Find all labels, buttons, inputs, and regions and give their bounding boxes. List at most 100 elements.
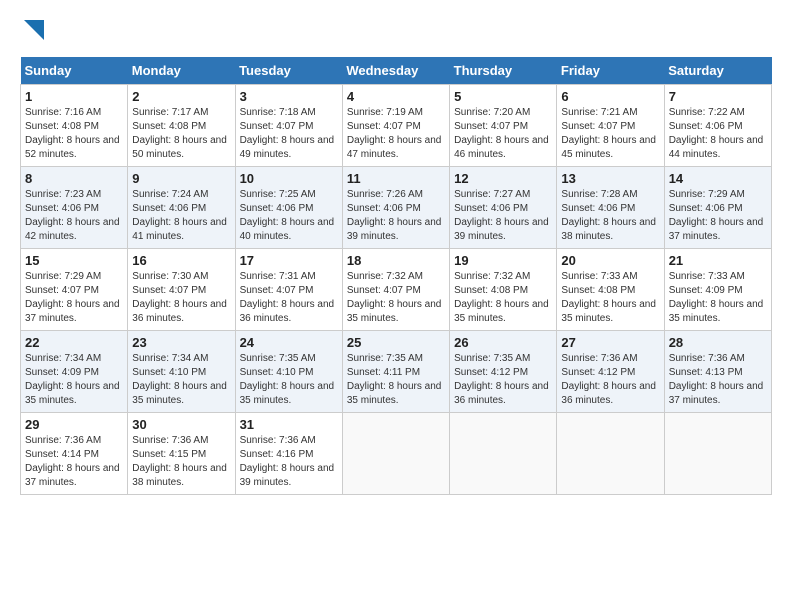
- day-number: 21: [669, 253, 767, 268]
- weekday-header-monday: Monday: [128, 57, 235, 85]
- day-number: 2: [132, 89, 230, 104]
- calendar-table: SundayMondayTuesdayWednesdayThursdayFrid…: [20, 57, 772, 495]
- day-info: Sunrise: 7:35 AMSunset: 4:12 PMDaylight:…: [454, 352, 552, 408]
- calendar-cell: 4 Sunrise: 7:19 AMSunset: 4:07 PMDaylight…: [342, 85, 449, 167]
- calendar-cell: 13 Sunrise: 7:28 AMSunset: 4:06 PMDayligh…: [557, 167, 664, 249]
- day-info: Sunrise: 7:36 AMSunset: 4:12 PMDaylight:…: [561, 352, 659, 408]
- calendar-cell: 11 Sunrise: 7:26 AMSunset: 4:06 PMDayligh…: [342, 167, 449, 249]
- day-number: 31: [240, 417, 338, 432]
- weekday-header-saturday: Saturday: [664, 57, 771, 85]
- day-info: Sunrise: 7:21 AMSunset: 4:07 PMDaylight:…: [561, 106, 659, 162]
- calendar-week-row: 29 Sunrise: 7:36 AMSunset: 4:14 PMDayligh…: [21, 413, 772, 495]
- calendar-cell: [664, 413, 771, 495]
- day-info: Sunrise: 7:24 AMSunset: 4:06 PMDaylight:…: [132, 188, 230, 244]
- calendar-week-row: 8Sunrise: 7:23 AMSunset: 4:06 PMDaylight…: [21, 167, 772, 249]
- day-info: Sunrise: 7:26 AMSunset: 4:06 PMDaylight:…: [347, 188, 445, 244]
- day-number: 16: [132, 253, 230, 268]
- header: [20, 20, 772, 47]
- calendar-cell: 20 Sunrise: 7:33 AMSunset: 4:08 PMDayligh…: [557, 249, 664, 331]
- day-info: Sunrise: 7:23 AMSunset: 4:06 PMDaylight:…: [25, 188, 123, 244]
- day-info: Sunrise: 7:35 AMSunset: 4:10 PMDaylight:…: [240, 352, 338, 408]
- calendar-cell: 31 Sunrise: 7:36 AMSunset: 4:16 PMDayligh…: [235, 413, 342, 495]
- calendar-cell: [557, 413, 664, 495]
- calendar-cell: 15 Sunrise: 7:29 AMSunset: 4:07 PMDayligh…: [21, 249, 128, 331]
- day-number: 6: [561, 89, 659, 104]
- calendar-cell: 10 Sunrise: 7:25 AMSunset: 4:06 PMDayligh…: [235, 167, 342, 249]
- weekday-header-sunday: Sunday: [21, 57, 128, 85]
- day-number: 10: [240, 171, 338, 186]
- day-info: Sunrise: 7:29 AMSunset: 4:07 PMDaylight:…: [25, 270, 123, 326]
- calendar-cell: 26 Sunrise: 7:35 AMSunset: 4:12 PMDayligh…: [450, 331, 557, 413]
- day-info: Sunrise: 7:32 AMSunset: 4:07 PMDaylight:…: [347, 270, 445, 326]
- calendar-cell: 23 Sunrise: 7:34 AMSunset: 4:10 PMDayligh…: [128, 331, 235, 413]
- calendar-cell: 2 Sunrise: 7:17 AMSunset: 4:08 PMDaylight…: [128, 85, 235, 167]
- day-number: 13: [561, 171, 659, 186]
- calendar-cell: 30 Sunrise: 7:36 AMSunset: 4:15 PMDayligh…: [128, 413, 235, 495]
- day-number: 3: [240, 89, 338, 104]
- calendar-cell: 27 Sunrise: 7:36 AMSunset: 4:12 PMDayligh…: [557, 331, 664, 413]
- calendar-cell: 19 Sunrise: 7:32 AMSunset: 4:08 PMDayligh…: [450, 249, 557, 331]
- day-number: 30: [132, 417, 230, 432]
- day-number: 20: [561, 253, 659, 268]
- weekday-header-thursday: Thursday: [450, 57, 557, 85]
- day-info: Sunrise: 7:32 AMSunset: 4:08 PMDaylight:…: [454, 270, 552, 326]
- calendar-cell: 21Sunrise: 7:33 AMSunset: 4:09 PMDayligh…: [664, 249, 771, 331]
- day-info: Sunrise: 7:31 AMSunset: 4:07 PMDaylight:…: [240, 270, 338, 326]
- calendar-cell: 29 Sunrise: 7:36 AMSunset: 4:14 PMDayligh…: [21, 413, 128, 495]
- calendar-cell: 12 Sunrise: 7:27 AMSunset: 4:06 PMDayligh…: [450, 167, 557, 249]
- day-number: 15: [25, 253, 123, 268]
- day-number: 26: [454, 335, 552, 350]
- day-number: 17: [240, 253, 338, 268]
- day-number: 29: [25, 417, 123, 432]
- calendar-cell: 9 Sunrise: 7:24 AMSunset: 4:06 PMDaylight…: [128, 167, 235, 249]
- day-number: 7: [669, 89, 767, 104]
- day-info: Sunrise: 7:28 AMSunset: 4:06 PMDaylight:…: [561, 188, 659, 244]
- calendar-cell: [342, 413, 449, 495]
- day-number: 4: [347, 89, 445, 104]
- calendar-week-row: 1Sunrise: 7:16 AMSunset: 4:08 PMDaylight…: [21, 85, 772, 167]
- calendar-cell: 16 Sunrise: 7:30 AMSunset: 4:07 PMDayligh…: [128, 249, 235, 331]
- day-info: Sunrise: 7:36 AMSunset: 4:15 PMDaylight:…: [132, 434, 230, 490]
- calendar-cell: 7 Sunrise: 7:22 AMSunset: 4:06 PMDaylight…: [664, 85, 771, 167]
- day-number: 14: [669, 171, 767, 186]
- day-number: 12: [454, 171, 552, 186]
- day-info: Sunrise: 7:36 AMSunset: 4:14 PMDaylight:…: [25, 434, 123, 490]
- day-info: Sunrise: 7:36 AMSunset: 4:16 PMDaylight:…: [240, 434, 338, 490]
- calendar-cell: 5 Sunrise: 7:20 AMSunset: 4:07 PMDaylight…: [450, 85, 557, 167]
- weekday-header-wednesday: Wednesday: [342, 57, 449, 85]
- calendar-cell: 18 Sunrise: 7:32 AMSunset: 4:07 PMDayligh…: [342, 249, 449, 331]
- day-number: 28: [669, 335, 767, 350]
- day-info: Sunrise: 7:36 AMSunset: 4:13 PMDaylight:…: [669, 352, 767, 408]
- day-info: Sunrise: 7:18 AMSunset: 4:07 PMDaylight:…: [240, 106, 338, 162]
- calendar-cell: 14 Sunrise: 7:29 AMSunset: 4:06 PMDayligh…: [664, 167, 771, 249]
- day-number: 9: [132, 171, 230, 186]
- day-info: Sunrise: 7:29 AMSunset: 4:06 PMDaylight:…: [669, 188, 767, 244]
- calendar-cell: 17 Sunrise: 7:31 AMSunset: 4:07 PMDayligh…: [235, 249, 342, 331]
- page-container: SundayMondayTuesdayWednesdayThursdayFrid…: [20, 20, 772, 495]
- calendar-cell: 22Sunrise: 7:34 AMSunset: 4:09 PMDayligh…: [21, 331, 128, 413]
- day-number: 23: [132, 335, 230, 350]
- calendar-cell: 24 Sunrise: 7:35 AMSunset: 4:10 PMDayligh…: [235, 331, 342, 413]
- day-info: Sunrise: 7:33 AMSunset: 4:08 PMDaylight:…: [561, 270, 659, 326]
- calendar-cell: 25Sunrise: 7:35 AMSunset: 4:11 PMDayligh…: [342, 331, 449, 413]
- day-info: Sunrise: 7:19 AMSunset: 4:07 PMDaylight:…: [347, 106, 445, 162]
- day-number: 24: [240, 335, 338, 350]
- day-info: Sunrise: 7:20 AMSunset: 4:07 PMDaylight:…: [454, 106, 552, 162]
- day-info: Sunrise: 7:17 AMSunset: 4:08 PMDaylight:…: [132, 106, 230, 162]
- day-number: 19: [454, 253, 552, 268]
- weekday-header-tuesday: Tuesday: [235, 57, 342, 85]
- calendar-cell: 28 Sunrise: 7:36 AMSunset: 4:13 PMDayligh…: [664, 331, 771, 413]
- day-number: 5: [454, 89, 552, 104]
- day-info: Sunrise: 7:30 AMSunset: 4:07 PMDaylight:…: [132, 270, 230, 326]
- day-info: Sunrise: 7:34 AMSunset: 4:10 PMDaylight:…: [132, 352, 230, 408]
- day-info: Sunrise: 7:25 AMSunset: 4:06 PMDaylight:…: [240, 188, 338, 244]
- day-number: 27: [561, 335, 659, 350]
- day-info: Sunrise: 7:22 AMSunset: 4:06 PMDaylight:…: [669, 106, 767, 162]
- day-number: 18: [347, 253, 445, 268]
- day-info: Sunrise: 7:34 AMSunset: 4:09 PMDaylight:…: [25, 352, 123, 408]
- day-info: Sunrise: 7:27 AMSunset: 4:06 PMDaylight:…: [454, 188, 552, 244]
- day-number: 11: [347, 171, 445, 186]
- day-number: 1: [25, 89, 123, 104]
- calendar-cell: [450, 413, 557, 495]
- logo-arrow-icon: [24, 20, 44, 45]
